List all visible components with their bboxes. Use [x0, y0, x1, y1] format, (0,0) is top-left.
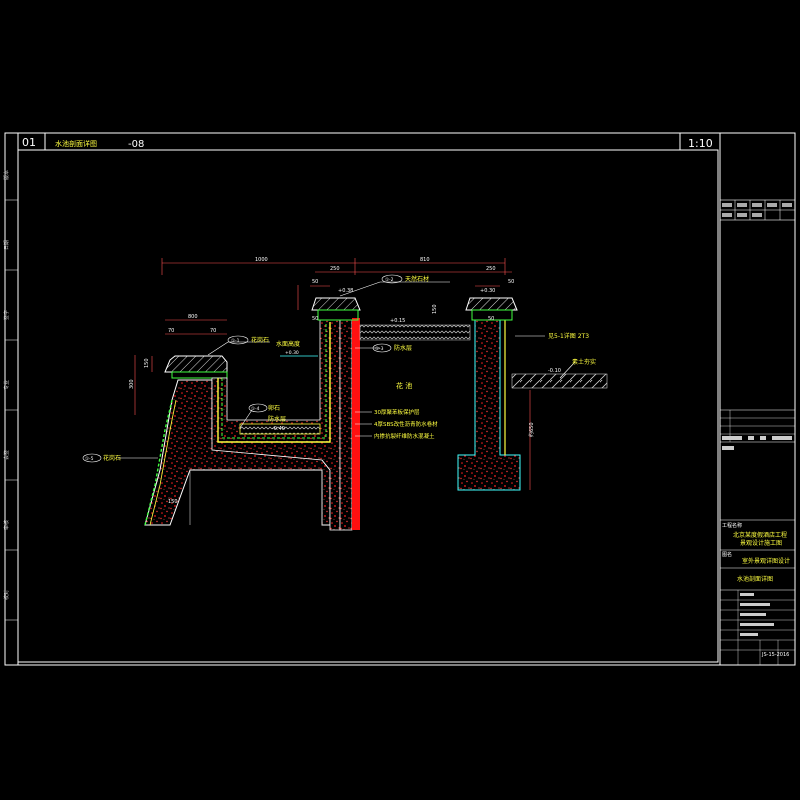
- dim-70b: 70: [210, 328, 216, 334]
- svg-text:签字: 签字: [3, 310, 10, 320]
- layer-3: 内掺抗裂纤维防水混凝土: [374, 432, 435, 440]
- scale-label: 1:10: [688, 137, 713, 150]
- dim-300: 300: [129, 379, 135, 389]
- layer-1: 30厚聚苯板保护层: [374, 408, 420, 416]
- dim-150b: 150: [432, 304, 438, 314]
- svg-text:审核: 审核: [3, 520, 10, 530]
- dim-150c: 150: [168, 499, 178, 505]
- callout-left-text: 花岗石: [251, 336, 269, 344]
- callout-left-no: ①-1: [231, 338, 240, 344]
- dim-810: 810: [420, 257, 430, 263]
- drawing-label: 图名: [722, 551, 732, 558]
- project-name: 北京某度假酒店工程: [733, 531, 787, 539]
- callout-mid-no: ①-3: [375, 346, 384, 352]
- title-block: 工程名称 北京某度假酒店工程 景观设计施工图 图名 室外景观详图设计 水池剖面详…: [719, 133, 796, 665]
- center-wall: [339, 319, 353, 531]
- planter-label: 花 池: [396, 381, 412, 390]
- right-wall: [457, 319, 521, 491]
- callout-water-level: +0.30: [285, 350, 299, 356]
- outer-frame: [4, 132, 796, 666]
- dim-1000: 1000: [255, 257, 268, 263]
- callout-right-text: 见5-1详图 2T3: [548, 332, 589, 340]
- svg-text:专业: 专业: [3, 380, 10, 390]
- sheet-title: 水池剖面详图: [55, 139, 97, 148]
- callout-left2-text: 花岗石: [103, 454, 121, 462]
- dim-50c: 50: [312, 316, 318, 322]
- svg-text:会签: 会签: [3, 450, 10, 460]
- left-coping-stone: [164, 355, 228, 373]
- callout-top-no: ①-2: [385, 277, 394, 283]
- dim-650: 约650: [528, 422, 535, 437]
- sheet-number: 01: [22, 136, 36, 149]
- callout-mid-text: 防水层: [394, 344, 412, 352]
- svg-text:版本: 版本: [3, 170, 10, 180]
- dim-50a: 50: [312, 279, 318, 285]
- drawing-name: 室外景观详图设计: [742, 557, 790, 565]
- callout-left2-no: ①-5: [85, 456, 94, 462]
- sheet-suffix: -08: [128, 139, 144, 150]
- dim-70a: 70: [168, 328, 174, 334]
- level-3: -0.40: [272, 426, 285, 432]
- drawing-border: [17, 149, 719, 663]
- center-coping: [311, 297, 361, 311]
- planter-soil: [359, 324, 471, 341]
- layer-2: 4厚SBS改性沥青防水卷材: [374, 420, 438, 428]
- dim-250b: 250: [486, 266, 496, 272]
- callout-top-text: 天然石材: [405, 275, 429, 283]
- cad-drawing: 版本 日期 签字 专业 会签 审核 校对 01 水池剖面详图 -08 1:10: [3, 132, 796, 666]
- pool-bottom-no: ①-4: [251, 406, 260, 412]
- right-ground: [511, 373, 608, 389]
- project-label: 工程名称: [722, 522, 742, 529]
- pool-bottom-1: 卵石: [268, 404, 280, 412]
- callout-soil: 素土夯实: [572, 358, 596, 366]
- dim-800: 800: [188, 314, 198, 320]
- svg-text:日期: 日期: [4, 240, 10, 250]
- dim-150: 150: [144, 358, 150, 368]
- level-5: +0.15: [390, 318, 405, 324]
- level-1: +0.38: [338, 288, 353, 294]
- right-coping: [465, 297, 518, 311]
- dim-50d: 50: [488, 316, 494, 322]
- callout-water: 水面高度: [276, 340, 300, 348]
- level-2: +0.30: [480, 288, 495, 294]
- level-4: -0.10: [548, 368, 561, 374]
- svg-text:校对: 校对: [3, 590, 10, 600]
- project-name-2: 景观设计施工图: [740, 539, 782, 547]
- dim-250a: 250: [330, 266, 340, 272]
- dim-50b: 50: [508, 279, 514, 285]
- drawing-number: JS-15-2016: [761, 652, 789, 658]
- sheet-title-block: 水池剖面详图: [737, 575, 773, 583]
- pool-bottom-2: 防水层: [268, 415, 286, 423]
